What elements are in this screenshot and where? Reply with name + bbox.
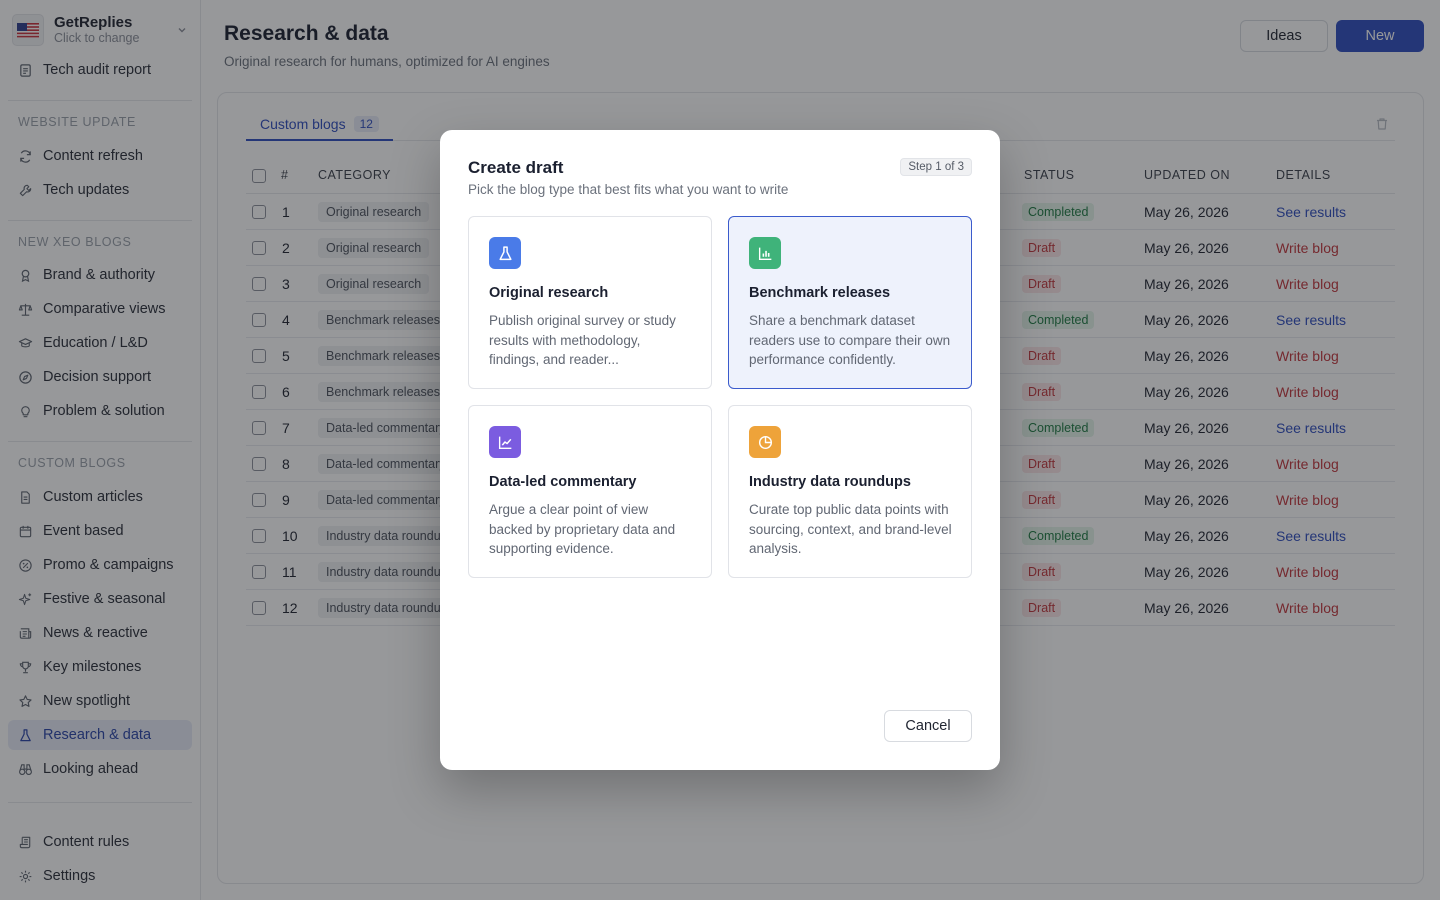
step-badge: Step 1 of 3 — [900, 158, 972, 176]
option-description: Share a benchmark dataset readers use to… — [749, 313, 951, 367]
flask-icon — [489, 237, 521, 269]
option-description: Curate top public data points with sourc… — [749, 502, 952, 556]
option-description: Argue a clear point of view backed by pr… — [489, 502, 676, 556]
option-title: Industry data roundups — [749, 474, 911, 490]
option-card-original-research[interactable]: Original research Publish original surve… — [468, 216, 712, 389]
option-card-benchmark-releases[interactable]: Benchmark releases Share a benchmark dat… — [728, 216, 972, 389]
modal-title: Create draft — [468, 158, 564, 177]
line-chart-icon — [489, 426, 521, 458]
option-card-industry-data-roundups[interactable]: Industry data roundups Curate top public… — [728, 405, 972, 578]
option-title: Data-led commentary — [489, 474, 637, 490]
option-card-data-led-commentary[interactable]: Data-led commentary Argue a clear point … — [468, 405, 712, 578]
pie-chart-icon — [749, 426, 781, 458]
option-title: Original research — [489, 285, 609, 301]
bar-chart-icon — [749, 237, 781, 269]
cancel-button[interactable]: Cancel — [884, 710, 972, 742]
modal-subtitle: Pick the blog type that best fits what y… — [468, 182, 789, 197]
option-description: Publish original survey or study results… — [489, 313, 676, 367]
option-title: Benchmark releases — [749, 285, 891, 301]
create-draft-modal: Create draft Pick the blog type that bes… — [440, 130, 1000, 770]
